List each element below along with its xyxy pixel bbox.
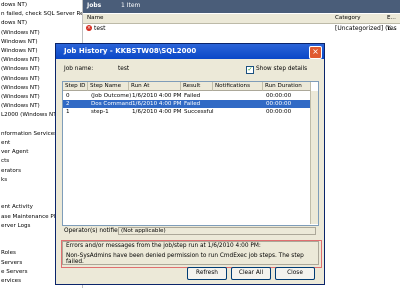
- grid-cell: Failed: [184, 92, 201, 99]
- tree-item[interactable]: (Windows NT): [1, 56, 40, 64]
- column-name[interactable]: Name: [87, 15, 104, 21]
- operators-notified-row: Operator(s) notified: (Not applicable): [62, 227, 317, 236]
- tree-item[interactable]: Servers: [1, 259, 22, 267]
- tree-item[interactable]: cts: [1, 157, 9, 165]
- error-message-text: Non-SysAdmins have been denied permissio…: [66, 253, 304, 265]
- grid-column-header[interactable]: Result: [181, 82, 213, 91]
- tree-item[interactable]: (Windows NT): [1, 84, 40, 92]
- grid-row[interactable]: 1 step-1 1/6/2010 4:00 PM Successful 00:00:0…: [63, 108, 318, 116]
- operators-notified-label: Operator(s) notified:: [64, 228, 124, 234]
- tree-item[interactable]: ks: [1, 176, 7, 184]
- grid-cell: Successful: [184, 108, 214, 115]
- grid-column-header[interactable]: Run At: [129, 82, 181, 91]
- grid-cell: 0: [66, 92, 70, 99]
- grid-row[interactable]: 2 Dos Command 1/6/2010 4:00 PM Failed 00:00:…: [63, 100, 318, 108]
- grid-row[interactable]: 0 (Job Outcome) 1/6/2010 4:00 PM Failed 00:0…: [63, 92, 318, 100]
- column-category[interactable]: Category: [335, 15, 361, 21]
- close-icon[interactable]: ×: [309, 46, 322, 59]
- tree-item[interactable]: ver Agent: [1, 148, 28, 156]
- grid-cell: 00:00:00: [266, 108, 292, 115]
- jobs-column-headers: Name Category E...: [83, 14, 400, 24]
- grid-cell: 1: [66, 108, 70, 115]
- tree-item[interactable]: (Windows NT): [1, 29, 40, 37]
- tree-item[interactable]: (Windows NT): [1, 75, 40, 83]
- grid-cell: 1/6/2010 4:00 PM: [132, 92, 182, 99]
- refresh-button[interactable]: Refresh: [187, 267, 227, 280]
- job-name-label: Job name:: [64, 66, 94, 72]
- grid-cell: 1/6/2010 4:00 PM: [132, 108, 182, 115]
- grid-column-header[interactable]: Step ID: [63, 82, 88, 91]
- tree-item[interactable]: (Windows NT): [1, 102, 40, 110]
- show-step-details-label: Show step details: [256, 66, 308, 72]
- job-enabled: Yes: [387, 25, 397, 32]
- grid-cell: 00:00:00: [266, 100, 292, 107]
- tree-item[interactable]: dows NT): [1, 1, 27, 9]
- jobs-panel-header: Jobs 1 Item: [83, 0, 400, 13]
- grid-column-header[interactable]: Step Name: [88, 82, 129, 91]
- job-history-grid: Step ID Step Name Run At Result Notification…: [62, 81, 319, 226]
- tree-item[interactable]: erators: [1, 167, 21, 175]
- tree-item[interactable]: ent: [1, 139, 10, 147]
- grid-cell: step-1: [91, 108, 109, 115]
- dialog-title: Job History - KKBSTW08\SQL2000: [64, 47, 197, 55]
- tree-item[interactable]: dows NT): [1, 19, 27, 27]
- jobs-item-count: 1 Item: [121, 2, 141, 9]
- close-button[interactable]: Close: [275, 267, 315, 280]
- tree-item[interactable]: erver Logs: [1, 222, 30, 230]
- tree-item[interactable]: L2000 (Windows NT): [1, 111, 59, 119]
- tree-item[interactable]: (Windows NT): [1, 93, 40, 101]
- tree-item[interactable]: Roles: [1, 249, 16, 257]
- tree-item[interactable]: (Windows NT): [1, 65, 40, 73]
- grid-vertical-scrollbar[interactable]: [310, 91, 318, 224]
- job-row[interactable]: × test [Uncategorized] (L... Yes: [83, 24, 400, 34]
- error-messages-box: Errors and/or messages from the job/step…: [61, 240, 322, 268]
- grid-cell: Failed: [184, 100, 201, 107]
- jobs-panel-title: Jobs: [87, 2, 102, 9]
- tree-item[interactable]: ent Activity: [1, 203, 33, 211]
- grid-column-header[interactable]: Notifications: [213, 82, 263, 91]
- column-enabled[interactable]: E...: [387, 15, 396, 21]
- clear-all-button[interactable]: Clear All: [231, 267, 271, 280]
- grid-cell: (Job Outcome): [91, 92, 132, 99]
- grid-cell: 00:00:00: [266, 92, 292, 99]
- job-name-value: test: [118, 66, 130, 72]
- grid-column-header[interactable]: Run Duration: [263, 82, 311, 91]
- error-messages-label: Errors and/or messages from the job/step…: [66, 243, 261, 249]
- tree-item[interactable]: nformation Services: [1, 130, 57, 138]
- grid-cell: 2: [66, 100, 70, 107]
- tree-item[interactable]: e Servers: [1, 268, 27, 276]
- grid-cell: Dos Command: [91, 100, 133, 107]
- failed-status-icon: ×: [86, 25, 92, 31]
- job-history-dialog: Job History - KKBSTW08\SQL2000 × Job nam…: [55, 43, 325, 285]
- tree-item[interactable]: ervices: [1, 277, 21, 285]
- tree-item[interactable]: Windows NT): [1, 47, 38, 55]
- show-step-details-checkbox[interactable]: ✓: [246, 66, 254, 74]
- tree-item[interactable]: Windows NT): [1, 38, 38, 46]
- tree-item[interactable]: n failed, check SQL Server Req: [1, 10, 82, 18]
- grid-cell: 1/6/2010 4:00 PM: [132, 100, 182, 107]
- dialog-title-bar[interactable]: Job History - KKBSTW08\SQL2000 ×: [56, 44, 324, 59]
- job-name: test: [94, 25, 106, 32]
- operators-notified-field: (Not applicable): [118, 227, 316, 235]
